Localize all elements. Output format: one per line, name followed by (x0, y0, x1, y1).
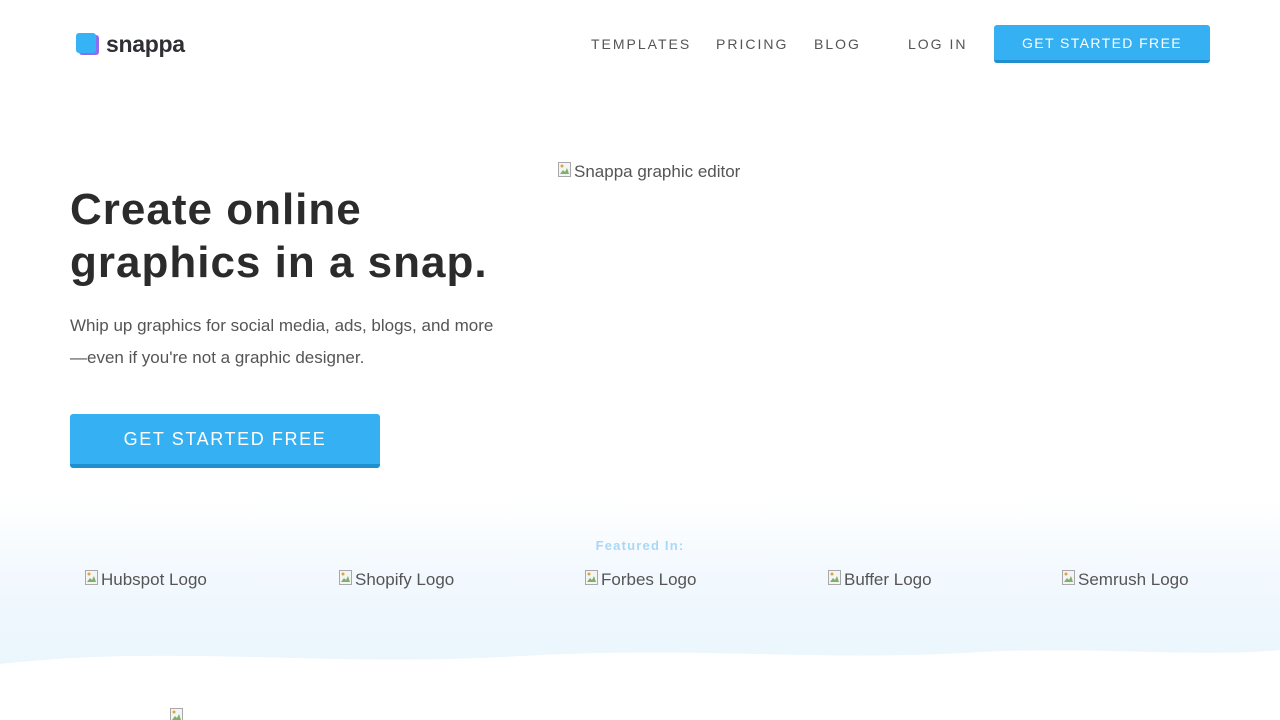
hero-editor-image: Snappa graphic editor (558, 162, 740, 182)
featured-in-label: Featured In: (595, 538, 685, 553)
hero-title: Create online graphics in a snap. (70, 183, 540, 289)
nav-pricing-link[interactable]: PRICING (716, 36, 788, 52)
broken-image-icon (170, 708, 184, 720)
hubspot-logo-alt: Hubspot Logo (101, 570, 207, 589)
snappa-logo-icon (76, 31, 100, 57)
broken-image-icon (828, 570, 842, 586)
hero-get-started-button[interactable]: GET STARTED FREE (70, 414, 380, 468)
broken-image-icon (339, 570, 353, 586)
hubspot-logo: Hubspot Logo (85, 570, 207, 590)
shopify-logo-alt: Shopify Logo (355, 570, 455, 589)
broken-image-icon (1062, 570, 1076, 586)
nav-templates-link[interactable]: TEMPLATES (591, 36, 691, 52)
below-fold-image (170, 708, 186, 720)
forbes-logo: Forbes Logo (585, 570, 696, 590)
header-get-started-button[interactable]: GET STARTED FREE (994, 25, 1210, 63)
semrush-logo-alt: Semrush Logo (1078, 570, 1189, 589)
hero-subtitle-line-2: —even if you're not a graphic designer. (70, 348, 365, 367)
logo-text: snappa (106, 31, 185, 57)
buffer-logo-alt: Buffer Logo (844, 570, 932, 589)
hero-subtitle: Whip up graphics for social media, ads, … (70, 310, 540, 374)
wave-divider (0, 650, 1280, 680)
broken-image-icon (85, 570, 99, 586)
broken-image-icon (558, 162, 572, 178)
broken-image-icon (585, 570, 599, 586)
hero-title-line-2: graphics in a snap. (70, 238, 488, 287)
nav-blog-link[interactable]: BLOG (814, 36, 861, 52)
hero-subtitle-line-1: Whip up graphics for social media, ads, … (70, 316, 494, 335)
page: snappa TEMPLATES PRICING BLOG LOG IN GET… (0, 0, 1280, 720)
semrush-logo: Semrush Logo (1062, 570, 1189, 590)
shopify-logo: Shopify Logo (339, 570, 454, 590)
snappa-logo[interactable]: snappa (76, 31, 185, 57)
hero-title-line-1: Create online (70, 185, 362, 234)
buffer-logo: Buffer Logo (828, 570, 932, 590)
forbes-logo-alt: Forbes Logo (601, 570, 697, 589)
nav-login-link[interactable]: LOG IN (908, 36, 967, 52)
hero-editor-image-alt: Snappa graphic editor (574, 162, 741, 181)
